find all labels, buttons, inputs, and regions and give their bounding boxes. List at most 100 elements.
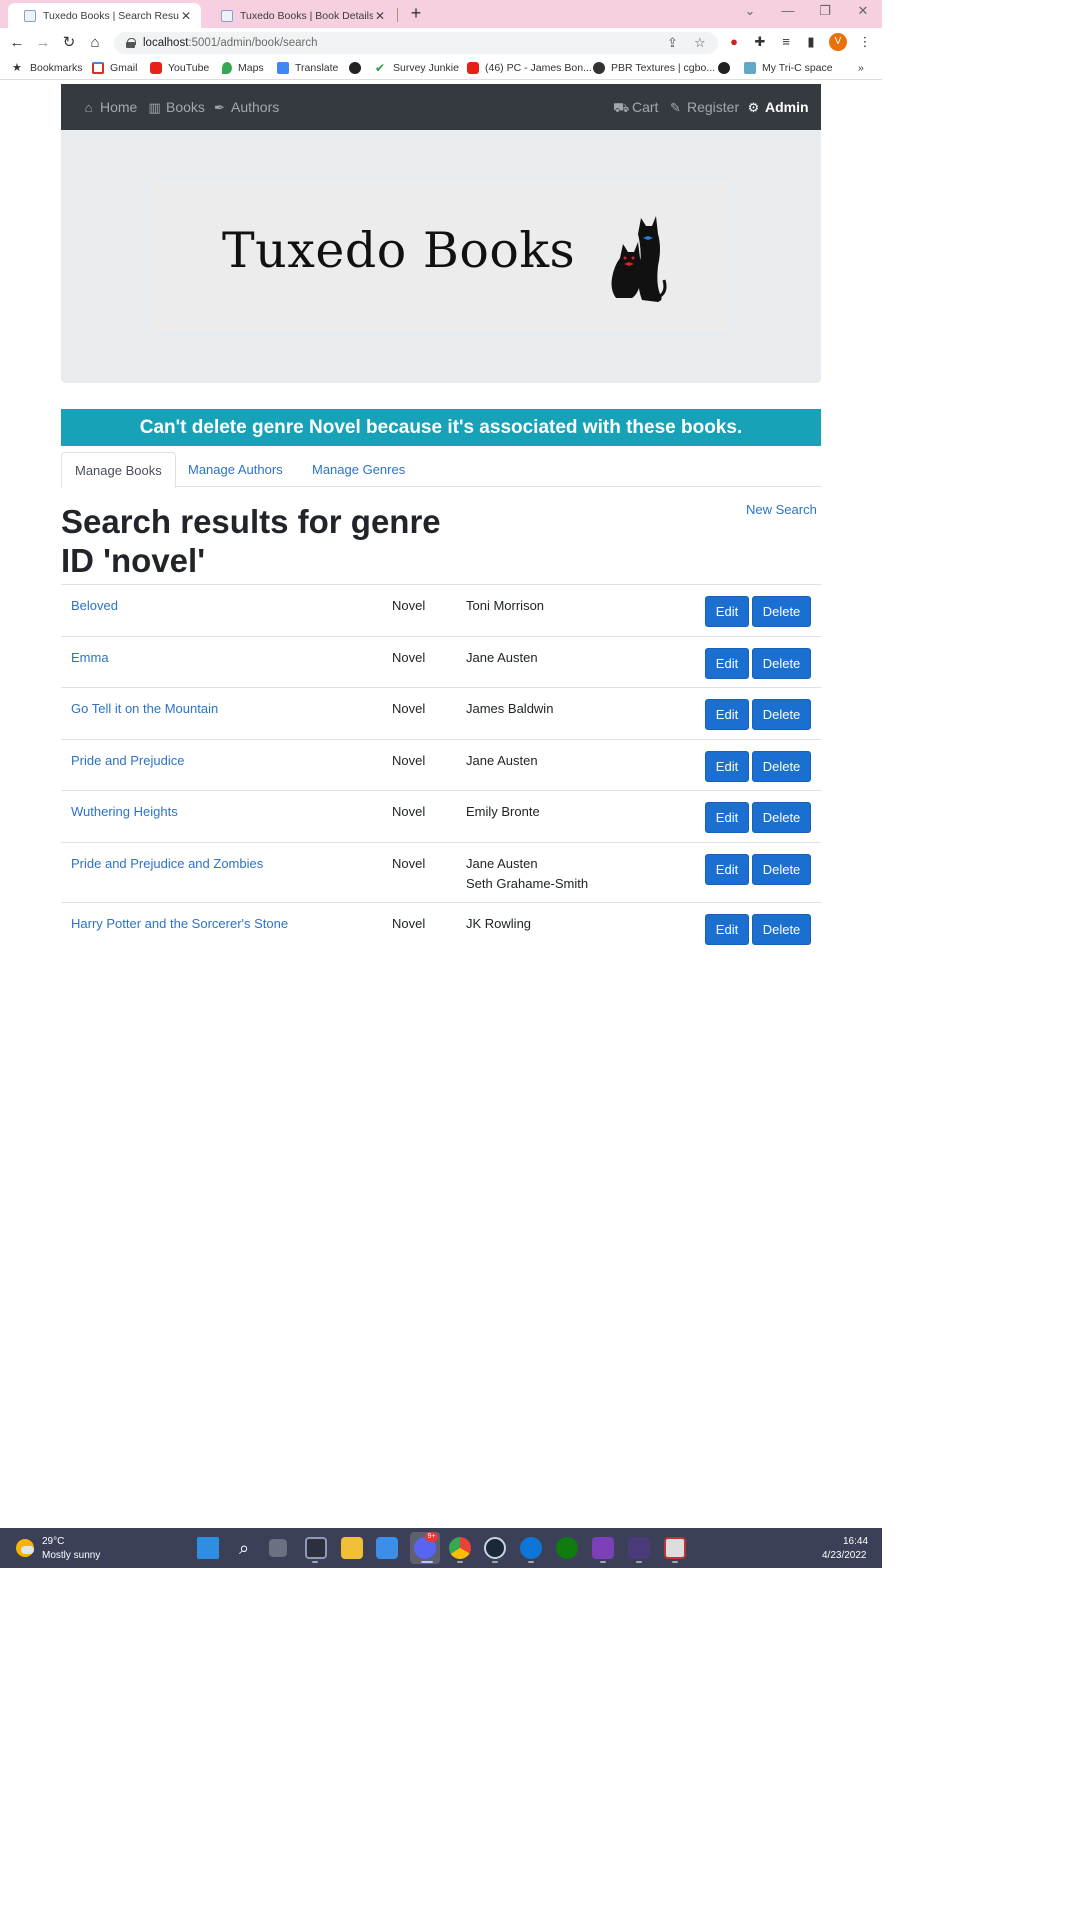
clock-time[interactable]: 16:44 [843,1536,868,1547]
tab-manage-authors[interactable]: Manage Authors [175,452,296,487]
menu-kebab-icon[interactable]: ⋮ [857,34,873,50]
feather-icon: ✒ [214,100,225,115]
book-genre: Novel [392,753,426,768]
nav-cart[interactable]: ⛟ Cart [613,84,658,130]
bookmark-james-bond-video[interactable]: (46) PC - James Bon... [467,62,592,74]
running-indicator [492,1561,498,1563]
nav-authors[interactable]: ✒ Authors [212,84,279,130]
bookmark-globe[interactable] [349,62,367,74]
bookmark-maps[interactable]: Maps [222,62,264,74]
snipping-tool-icon[interactable] [664,1537,686,1559]
new-search-link[interactable]: New Search [746,502,817,517]
back-icon[interactable]: ← [8,34,26,52]
side-panel-icon[interactable]: ▮ [803,34,819,50]
site-navbar: ⌂ Home ▥ Books ✒ Authors ⛟ Cart ✎ Register ⚙ A… [61,84,821,130]
running-indicator [636,1561,642,1563]
running-indicator [672,1561,678,1563]
edit-button[interactable]: Edit [705,914,749,945]
bookmark-youtube[interactable]: YouTube [150,62,209,74]
logo-text: Tuxedo Books [222,222,576,279]
discord-badge: 9+ [425,1532,438,1542]
close-tab-icon[interactable]: ✕ [373,9,387,23]
browser-tab-book-details[interactable]: Tuxedo Books | Book Details ✕ [205,3,395,28]
nav-home[interactable]: ⌂ Home [81,84,138,130]
tab-search-icon[interactable]: ⌄ [740,3,760,19]
book-title-link[interactable]: Emma [71,648,109,668]
forward-icon[interactable]: → [34,34,52,52]
windows-start-icon[interactable] [197,1537,219,1559]
bookmark-bookmarks[interactable]: ★ Bookmarks [12,62,83,74]
nav-register[interactable]: ✎ Register [668,84,739,130]
book-title-link[interactable]: Go Tell it on the Mountain [71,699,218,719]
extensions-puzzle-icon[interactable]: ✚ [752,34,768,50]
edit-button[interactable]: Edit [705,802,749,833]
weather-sun-cloud-icon[interactable] [16,1539,34,1557]
page-favicon-icon [24,9,36,22]
clock-date[interactable]: 4/23/2022 [822,1550,867,1561]
visual-studio-icon[interactable] [592,1537,614,1559]
weather-description[interactable]: Mostly sunny [42,1550,100,1561]
reading-list-icon[interactable]: ≡ [778,34,794,50]
book-title-link[interactable]: Beloved [71,596,118,616]
book-title-link[interactable]: Wuthering Heights [71,802,178,822]
book-title-link[interactable]: Pride and Prejudice [71,751,184,771]
bookmark-globe-2[interactable] [718,62,736,74]
bookmark-translate[interactable]: Translate [277,62,338,74]
nav-books[interactable]: ▥ Books [147,84,205,130]
tab-manage-books[interactable]: Manage Books [61,452,176,488]
profile-avatar[interactable]: V [829,33,847,51]
bookmark-pbr-textures[interactable]: PBR Textures | cgbo... [593,62,715,74]
bookmark-gmail[interactable]: Gmail [92,62,137,74]
adblock-extension-icon[interactable]: ● [726,34,742,50]
edit-button[interactable]: Edit [705,751,749,782]
reload-icon[interactable]: ↻ [60,34,78,52]
calculator-app-icon[interactable] [305,1537,327,1559]
browser-tab-search-results[interactable]: Tuxedo Books | Search Results ✕ [8,3,201,28]
edit-button[interactable]: Edit [705,596,749,627]
xbox-icon[interactable] [556,1537,578,1559]
minimize-icon[interactable]: — [778,3,798,18]
globe-icon [718,62,730,74]
maps-icon [222,62,232,74]
bookmark-star-icon[interactable]: ☆ [694,35,706,51]
battlenet-icon[interactable] [520,1537,542,1559]
table-row: Harry Potter and the Sorcerer's Stone No… [61,902,821,954]
close-window-icon[interactable]: ✕ [853,3,873,19]
share-icon[interactable]: ⇪ [667,35,678,51]
edit-button[interactable]: Edit [705,854,749,885]
bookmark-survey-junkie[interactable]: ✔ Survey Junkie [375,62,459,74]
book-open-icon: ▥ [148,100,161,115]
weather-temperature[interactable]: 29°C [42,1536,64,1547]
nav-admin[interactable]: ⚙ Admin [746,84,809,130]
task-view-icon[interactable] [269,1539,287,1557]
home-icon[interactable]: ⌂ [86,34,104,52]
delete-button[interactable]: Delete [752,854,811,885]
more-bookmarks-icon[interactable]: » [858,62,864,74]
steam-icon[interactable] [484,1537,506,1559]
delete-button[interactable]: Delete [752,751,811,782]
close-tab-icon[interactable]: ✕ [179,9,193,23]
file-explorer-icon[interactable] [341,1537,363,1559]
delete-button[interactable]: Delete [752,802,811,833]
tric-icon [744,62,756,74]
chrome-icon[interactable] [449,1537,471,1559]
delete-button[interactable]: Delete [752,699,811,730]
address-bar[interactable]: localhost:5001/admin/book/search [114,32,718,54]
edit-icon: ✎ [670,100,681,115]
book-title-link[interactable]: Pride and Prejudice and Zombies [71,854,263,874]
restore-icon[interactable]: ❐ [815,3,835,19]
delete-button[interactable]: Delete [752,914,811,945]
terminal-icon[interactable] [628,1537,650,1559]
mail-icon[interactable] [376,1537,398,1559]
tab-manage-genres[interactable]: Manage Genres [299,452,418,487]
edit-button[interactable]: Edit [705,648,749,679]
book-title-link[interactable]: Harry Potter and the Sorcerer's Stone [71,914,288,934]
delete-button[interactable]: Delete [752,648,811,679]
bookmark-tri-c[interactable]: My Tri-C space [744,62,833,74]
globe-icon [349,62,361,74]
edit-button[interactable]: Edit [705,699,749,730]
star-icon: ★ [12,62,22,74]
delete-button[interactable]: Delete [752,596,811,627]
search-icon[interactable]: ⌕ [233,1537,255,1559]
new-tab-icon[interactable]: + [406,3,426,25]
